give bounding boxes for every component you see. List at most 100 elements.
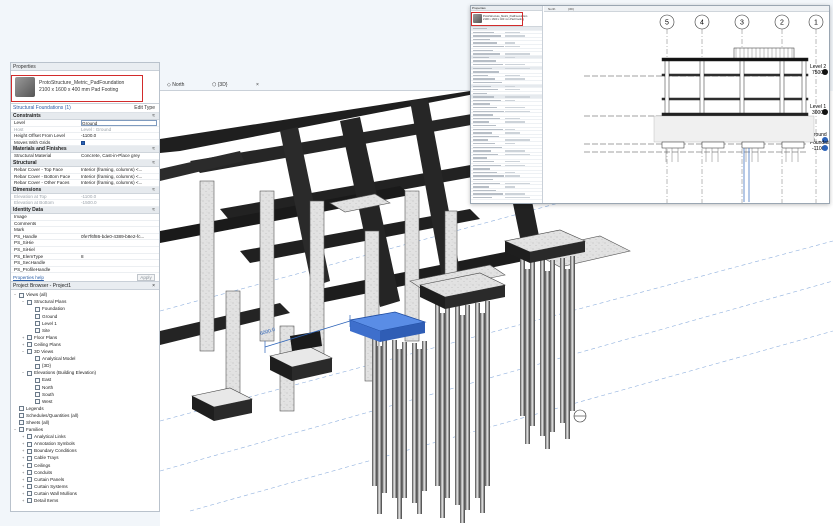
type-selector[interactable]: ProtoStructure_Metric_PadFoundation 2100…	[11, 71, 159, 104]
group-identity[interactable]: Identity Data ≈	[11, 206, 159, 214]
prop-row-rebar-bottom[interactable]: Rebar Cover - Bottom Face Interior (frami…	[11, 174, 159, 181]
tab-north[interactable]: ◇ North	[167, 80, 184, 90]
group-constraints[interactable]: Constraints ≈	[11, 113, 159, 120]
pile-cap-2	[419, 272, 506, 523]
browser-node[interactable]: Analytical Model	[11, 355, 159, 362]
element-filter-dropdown[interactable]: Structural Foundations (1)	[13, 104, 71, 113]
view-icon	[27, 441, 32, 447]
level-head-icon	[822, 69, 828, 75]
view-icon	[19, 427, 24, 433]
view-icon	[27, 498, 32, 504]
view-icon	[35, 306, 40, 312]
grid-label: 4	[700, 20, 704, 27]
browser-node[interactable]: + Analytical Links	[11, 433, 159, 440]
group-materials[interactable]: Materials and Finishes ≈	[11, 146, 159, 154]
grid-label: 3	[740, 20, 744, 27]
browser-node[interactable]: − Elevations (Building Elevation)	[11, 369, 159, 376]
inset-properties-panel: Properties ProtoStructure_Metric_PadFoun…	[471, 6, 543, 203]
browser-node[interactable]: {3D}	[11, 362, 159, 369]
view-icon	[27, 477, 32, 482]
browser-node[interactable]: + Ceiling Plans	[11, 341, 159, 348]
view-icon	[35, 384, 40, 390]
browser-node[interactable]: − Views (all)	[11, 291, 159, 298]
browser-node[interactable]: − Structural Plans	[11, 298, 159, 305]
inset-property-row	[471, 196, 542, 200]
browser-node-label: Annotation Symbols	[34, 441, 75, 447]
group-structural[interactable]: Structural ≈	[11, 159, 159, 167]
browser-node[interactable]: Ground	[11, 313, 159, 320]
prop-row-mark[interactable]: Mark	[11, 227, 159, 234]
browser-node-label: Sheets (all)	[26, 419, 50, 425]
properties-help-link[interactable]: Properties help	[13, 273, 44, 282]
view-icon	[27, 299, 32, 305]
prop-row-rebar-other[interactable]: Rebar Cover - Other Faces Interior (frami…	[11, 180, 159, 187]
close-icon[interactable]: ×	[152, 282, 155, 290]
view-icon	[35, 313, 40, 319]
browser-node[interactable]: −3D Views	[11, 348, 159, 355]
collapse-icon: ≈	[152, 159, 155, 166]
view-icon	[35, 363, 40, 369]
browser-node[interactable]: West	[11, 398, 159, 405]
browser-node[interactable]: + Curtain Wall Mullions	[11, 490, 159, 497]
browser-node-label: Detail Items	[34, 498, 59, 503]
prop-row-moves-with-grids[interactable]: Moves With Grids	[11, 140, 159, 147]
browser-node[interactable]: + Curtain Systems	[11, 483, 159, 490]
prop-row-height-offset[interactable]: Height Offset From Level -1100.0	[11, 133, 159, 140]
selected-pile-cap[interactable]	[348, 311, 427, 519]
view-icon	[19, 406, 24, 412]
prop-row-rebar-top[interactable]: Rebar Cover - Top Face Interior (framing,…	[11, 167, 159, 174]
browser-node[interactable]: − Families	[11, 426, 159, 433]
elevation-inset-window: Properties ProtoStructure_Metric_PadFoun…	[470, 5, 830, 204]
moves-with-grids-checkbox[interactable]	[81, 140, 85, 145]
browser-node[interactable]: East	[11, 376, 159, 383]
level-value-field[interactable]: Ground	[81, 120, 157, 126]
inset-type-highlight-box	[471, 12, 523, 26]
browser-node[interactable]: + Conduits	[11, 469, 159, 476]
view-icon	[35, 391, 40, 397]
collapse-icon: ≈	[152, 206, 155, 213]
view-icon	[27, 335, 32, 341]
browser-node[interactable]: Level 1	[11, 320, 159, 327]
browser-node[interactable]: + Cable Trays	[11, 454, 159, 461]
view-icon	[19, 420, 24, 426]
browser-node[interactable]: Foundation	[11, 305, 159, 312]
browser-node[interactable]: + Floor Plans	[11, 334, 159, 341]
prop-row-level[interactable]: Level Ground	[11, 120, 159, 127]
browser-node[interactable]: + Detail Items	[11, 497, 159, 504]
prop-row-ps-elemtype[interactable]: PS_ElemType 8	[11, 254, 159, 261]
browser-node[interactable]: Site	[11, 327, 159, 334]
prop-row-ps-sihiel[interactable]: PS_SiHiel	[11, 247, 159, 254]
browser-node[interactable]: North	[11, 384, 159, 391]
view-icon	[27, 448, 32, 454]
browser-node[interactable]: Schedules/Quantities (all)	[11, 412, 159, 419]
apply-button[interactable]: Apply	[137, 274, 155, 282]
browser-node[interactable]: Legends	[11, 405, 159, 412]
browser-node[interactable]: + Annotation Symbols	[11, 440, 159, 447]
browser-node[interactable]: + Ceilings	[11, 462, 159, 469]
group-dimensions[interactable]: Dimensions ≈	[11, 186, 159, 194]
prop-row-ps-profilehandle[interactable]: PS_ProfileHandle	[11, 267, 159, 274]
level-head-icon	[822, 109, 828, 115]
browser-node-label: Curtain Systems	[34, 483, 68, 489]
view-icon	[27, 342, 32, 348]
elevation-structure	[653, 47, 815, 202]
browser-node-label: East	[42, 377, 52, 383]
prop-row-elevation-top: Elevation at Top -1100.0	[11, 194, 159, 201]
prop-row-ps-handle[interactable]: PS_Handle 0fe7f6f86-bde0-4389-b8e2-fc...	[11, 234, 159, 241]
browser-node[interactable]: South	[11, 391, 159, 398]
view-icon	[27, 484, 32, 490]
prop-row-image[interactable]: Image	[11, 214, 159, 221]
tab-3d[interactable]: ⬡ {3D}	[212, 80, 228, 90]
inset-properties-rows	[471, 27, 542, 200]
grid-head-marker[interactable]	[573, 409, 587, 423]
prop-row-ps-sechandle[interactable]: PS_SecHandle	[11, 260, 159, 267]
browser-node[interactable]: + Boundary Conditions	[11, 447, 159, 454]
prop-row-comments[interactable]: Comments	[11, 221, 159, 228]
edit-type-button[interactable]: Edit Type	[134, 104, 155, 113]
tab-close-button[interactable]: ×	[256, 80, 259, 90]
browser-node[interactable]: + Curtain Panels	[11, 476, 159, 483]
browser-node[interactable]: Sheets (all)	[11, 419, 159, 426]
view-icon	[27, 434, 32, 440]
prop-row-structural-material[interactable]: Structural Material Concrete, Cast-in-Pla…	[11, 153, 159, 160]
prop-row-ps-sihie[interactable]: PS_SiHie	[11, 240, 159, 247]
